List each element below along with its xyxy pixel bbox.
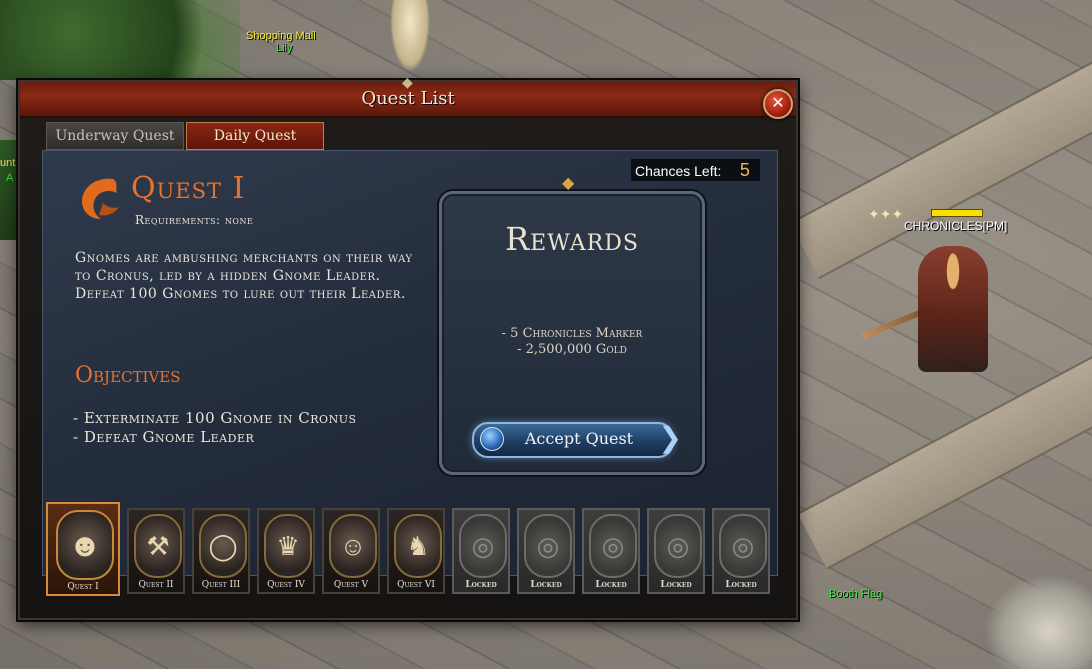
quest-title: Quest I bbox=[131, 171, 246, 206]
npc-shop-label: Shopping Mall bbox=[246, 30, 316, 42]
locked-emblem-icon: ◎ bbox=[654, 514, 702, 578]
stone-path bbox=[789, 25, 1092, 279]
quest-slot-label: Locked bbox=[595, 580, 627, 590]
quest-slot-label: Quest II bbox=[138, 580, 174, 590]
tab-underway-quest[interactable]: Underway Quest bbox=[46, 122, 184, 150]
rewards-panel: Rewards - 5 Chronicles Marker - 2,500,00… bbox=[439, 191, 705, 475]
hammer-icon: ⚒ bbox=[134, 514, 182, 578]
quest-slot-locked: ◎ Locked bbox=[647, 508, 705, 594]
quest-description: Gnomes are ambushing merchants on their … bbox=[75, 250, 413, 302]
left-foliage bbox=[0, 140, 18, 240]
quest-slot[interactable]: ☻ Quest I bbox=[46, 502, 120, 596]
quest-list-window: ◆ Quest List ✕ Underway Quest Daily Ques… bbox=[18, 74, 798, 620]
objectives-list: - Exterminate 100 Gnome in Cronus - Defe… bbox=[73, 409, 357, 447]
quest-slot[interactable]: ♛ Quest IV bbox=[257, 508, 315, 594]
quest-slot-label: Locked bbox=[465, 580, 497, 590]
gem-ornament-icon: ◆ bbox=[562, 175, 575, 192]
locked-emblem-icon: ◎ bbox=[589, 514, 637, 578]
objectives-heading: Objectives bbox=[75, 363, 181, 388]
quest-slot-locked: ◎ Locked bbox=[582, 508, 640, 594]
objective-item: - Defeat Gnome Leader bbox=[73, 428, 255, 446]
chances-left-box: Chances Left: 5 bbox=[631, 159, 760, 181]
reward-item: - 5 Chronicles Marker bbox=[501, 326, 643, 341]
quest-selector-strip: ☻ Quest I ⚒ Quest II ◯ Quest III ♛ Quest IV ☺ Que… bbox=[42, 502, 776, 598]
wolf-icon: ♞ bbox=[394, 514, 442, 578]
gnome-portrait-icon: ☻ bbox=[56, 510, 114, 580]
quest-slot-label: Locked bbox=[530, 580, 562, 590]
chances-left-value: 5 bbox=[739, 160, 750, 180]
player-hp-bar bbox=[931, 209, 983, 217]
market-stall[interactable] bbox=[984, 574, 1092, 669]
rewards-title: Rewards bbox=[505, 220, 639, 258]
reward-item: - 2,500,000 Gold bbox=[517, 342, 627, 357]
quest-slot-locked: ◎ Locked bbox=[517, 508, 575, 594]
quest-requirements: Requirements: none bbox=[135, 213, 254, 227]
window-titlebar[interactable]: ◆ Quest List ✕ bbox=[20, 74, 796, 119]
locked-emblem-icon: ◎ bbox=[524, 514, 572, 578]
quest-slot-locked: ◎ Locked bbox=[712, 508, 770, 594]
close-button[interactable]: ✕ bbox=[763, 89, 793, 119]
quest-slot-label: Quest I bbox=[67, 582, 99, 592]
quest-slot-label: Quest III bbox=[201, 580, 241, 590]
quest-slot[interactable]: ☺ Quest V bbox=[322, 508, 380, 594]
close-icon: ✕ bbox=[771, 95, 785, 112]
quest-slot[interactable]: ◯ Quest III bbox=[192, 508, 250, 594]
dragon-emblem-icon bbox=[73, 173, 125, 225]
npc-lily-figure[interactable] bbox=[390, 0, 430, 72]
quest-slot[interactable]: ⚒ Quest II bbox=[127, 508, 185, 594]
guild-emblem-icon: ✦✦✦ bbox=[868, 206, 904, 222]
offscreen-label-2: A bbox=[6, 172, 14, 184]
orb-icon bbox=[480, 427, 504, 451]
quest-slot-label: Locked bbox=[725, 580, 757, 590]
tab-daily-quest[interactable]: Daily Quest bbox=[186, 122, 324, 150]
quest-slot-label: Quest VI bbox=[397, 580, 435, 590]
player-character[interactable] bbox=[918, 246, 988, 372]
player-name-label: CHRONICLES[PM] bbox=[904, 219, 1008, 233]
blue-maiden-icon: ☺ bbox=[329, 514, 377, 578]
locked-emblem-icon: ◎ bbox=[459, 514, 507, 578]
booth-flag-label: Booth Flag bbox=[829, 588, 883, 600]
window-title: Quest List bbox=[361, 88, 455, 109]
garden-foliage bbox=[0, 0, 240, 80]
objective-item: - Exterminate 100 Gnome in Cronus bbox=[73, 409, 357, 427]
chances-left-label: Chances Left: bbox=[635, 163, 722, 179]
arrow-right-icon: ❯ bbox=[658, 421, 682, 454]
quest-slot-label: Locked bbox=[660, 580, 692, 590]
locked-emblem-icon: ◎ bbox=[719, 514, 767, 578]
accept-quest-label: Accept Quest bbox=[524, 429, 634, 448]
quest-slot-locked: ◎ Locked bbox=[452, 508, 510, 594]
quest-slot[interactable]: ♞ Quest VI bbox=[387, 508, 445, 594]
accept-quest-button[interactable]: Accept Quest ❯ bbox=[472, 421, 682, 458]
rewards-list: - 5 Chronicles Marker - 2,500,000 Gold bbox=[442, 326, 702, 358]
crown-icon: ♛ bbox=[264, 514, 312, 578]
egg-icon: ◯ bbox=[199, 514, 247, 578]
npc-name-label: Lily bbox=[276, 42, 293, 54]
quest-slot-label: Quest V bbox=[333, 580, 369, 590]
quest-slot-label: Quest IV bbox=[267, 580, 305, 590]
offscreen-label: unt bbox=[0, 157, 16, 169]
